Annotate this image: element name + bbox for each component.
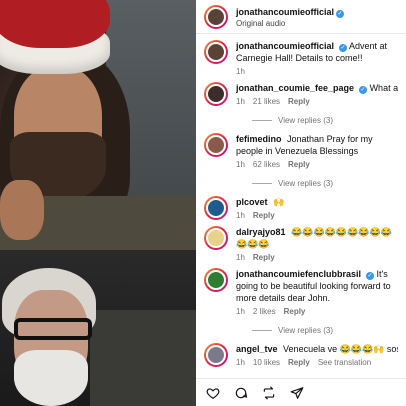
reply-button[interactable]: Reply (253, 211, 275, 220)
avatar[interactable] (204, 133, 228, 157)
person-shirt (90, 310, 196, 406)
view-replies-label[interactable]: View replies (3) (278, 326, 333, 335)
comment-time: 1h (236, 358, 245, 367)
comment-text: jonathan_coumie_fee_page ✓ What a wonderf… (236, 82, 398, 94)
video-frame-top (0, 0, 196, 256)
comment-time: 1h (236, 67, 245, 76)
santa-hat (0, 0, 110, 48)
comment-likes[interactable]: 62 likes (253, 160, 280, 169)
share-icon[interactable] (290, 386, 304, 400)
comment-text: angel_tve Venecuela ve 😂😂😂🙌 sos (236, 343, 398, 355)
post-header: jonathancoumieofficial ✓ Original audio (196, 0, 406, 34)
comment-text: dalryajyo81 😂😂😂😂😂😂😂😂😂😂😂😂 (236, 226, 398, 250)
comment-text: jonathancoumiefenclubbrasil ✓ It's going … (236, 268, 398, 304)
comment-username[interactable]: angel_tve (236, 344, 278, 354)
comment-item: jonathancoumiefenclubbrasil ✓ It's going … (196, 262, 406, 316)
reply-button[interactable]: Reply (288, 97, 310, 106)
divider (252, 330, 272, 331)
comment-body: Venecuela ve 😂😂😂🙌 sos (283, 344, 398, 354)
reply-button[interactable]: Reply (284, 307, 306, 316)
comments-panel[interactable]: jonathancoumieofficial ✓ Original audio j… (196, 0, 406, 406)
comment-item: jonathan_coumie_fee_page ✓ What a wonderf… (196, 76, 406, 106)
comment-body: What a wonderful (369, 83, 398, 93)
comment-username[interactable]: jonathan_coumie_fee_page (236, 83, 354, 93)
avatar[interactable] (204, 343, 228, 367)
comment-item: plcovet 🙌 1h Reply (196, 190, 406, 220)
comment-likes[interactable]: 2 likes (253, 307, 276, 316)
comment-username[interactable]: fefimedino (236, 134, 282, 144)
avatar[interactable] (204, 40, 228, 64)
avatar[interactable] (204, 82, 228, 106)
comment-time: 1h (236, 307, 245, 316)
comment-likes[interactable]: 21 likes (253, 97, 280, 106)
heart-icon[interactable] (206, 386, 220, 400)
comment-username[interactable]: jonathancoumiefenclubbrasil (236, 269, 361, 279)
comment-username[interactable]: dalryajyo81 (236, 227, 286, 237)
avatar[interactable] (204, 226, 228, 250)
verified-icon: ✓ (336, 9, 345, 18)
view-replies-label[interactable]: View replies (3) (278, 116, 333, 125)
verified-icon: ✓ (359, 86, 368, 94)
person-hand (0, 180, 44, 240)
avatar[interactable] (204, 4, 228, 29)
comment-time: 1h (236, 211, 245, 220)
view-replies-link[interactable]: View replies (3) (252, 116, 406, 125)
post-author-username[interactable]: jonathancoumieofficial (236, 7, 334, 17)
comment-time: 1h (236, 160, 245, 169)
post-actions-bar (196, 378, 406, 406)
audio-label[interactable]: Original audio (236, 18, 344, 29)
comment-item: angel_tve Venecuela ve 😂😂😂🙌 sos 1h 10 li… (196, 337, 406, 367)
reel-video[interactable] (0, 0, 196, 406)
divider (252, 183, 272, 184)
comment-item: fefimedino Jonathan Pray for my people i… (196, 127, 406, 169)
comment-item: dalryajyo81 😂😂😂😂😂😂😂😂😂😂😂😂 1h Reply (196, 220, 406, 262)
video-frame-bottom (0, 250, 196, 406)
reply-button[interactable]: Reply (288, 358, 310, 367)
comment-body: 🙌 (273, 197, 285, 207)
comment-time: 1h (236, 253, 245, 262)
repost-icon[interactable] (262, 386, 276, 400)
verified-icon: ✓ (366, 272, 375, 280)
comment-text: fefimedino Jonathan Pray for my people i… (236, 133, 398, 157)
view-replies-label[interactable]: View replies (3) (278, 179, 333, 188)
comment-likes[interactable]: 10 likes (253, 358, 280, 367)
person-beard (14, 350, 88, 406)
comment-username[interactable]: plcovet (236, 197, 268, 207)
person-glasses (14, 318, 92, 340)
see-translation-link[interactable]: See translation (318, 358, 371, 367)
divider (252, 120, 272, 121)
view-replies-link[interactable]: View replies (3) (252, 179, 406, 188)
comment-text: jonathancoumieofficial ✓ Advent at Carneg… (236, 40, 398, 64)
avatar[interactable] (204, 196, 228, 220)
avatar[interactable] (204, 268, 228, 292)
comment-icon[interactable] (234, 386, 248, 400)
verified-icon: ✓ (339, 44, 348, 52)
reply-button[interactable]: Reply (288, 160, 310, 169)
comment-item: jonathancoumieofficial ✓ Advent at Carneg… (196, 34, 406, 76)
view-replies-link[interactable]: View replies (3) (252, 326, 406, 335)
comment-text: plcovet 🙌 (236, 196, 398, 208)
comment-time: 1h (236, 97, 245, 106)
reply-button[interactable]: Reply (253, 253, 275, 262)
comment-username[interactable]: jonathancoumieofficial (236, 41, 334, 51)
